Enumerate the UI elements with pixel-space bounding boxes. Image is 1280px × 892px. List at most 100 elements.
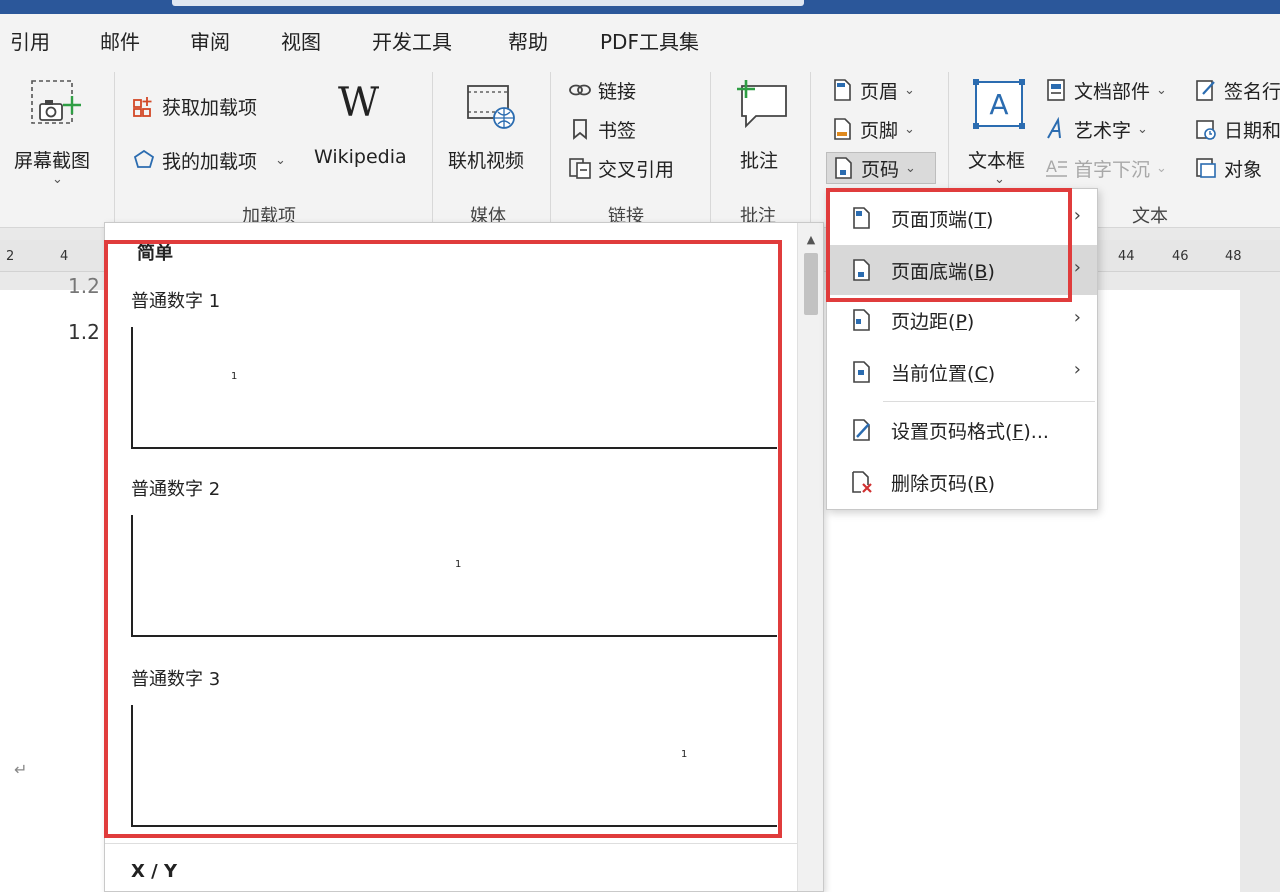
top-of-page-icon: [853, 207, 870, 229]
menu-item-current-position[interactable]: 当前位置(C) ›: [827, 347, 1097, 397]
page-number-preview: 1: [681, 749, 688, 760]
footer-button[interactable]: 页脚 ⌄: [830, 113, 915, 145]
group-separator: [550, 72, 551, 222]
online-video-icon: [467, 85, 515, 129]
ruler-tick: 46: [1172, 249, 1189, 264]
format-page-numbers-icon: [853, 419, 870, 441]
group-separator: [432, 72, 433, 222]
get-addins-button[interactable]: 获取加载项: [132, 90, 257, 122]
gallery-section-heading: 简单: [137, 243, 173, 264]
my-addins-button[interactable]: 我的加载项 ⌄: [132, 144, 286, 176]
document-text-line: 1.2: [68, 274, 100, 298]
cross-reference-label: 交叉引用: [598, 158, 675, 181]
screenshot-button[interactable]: 屏幕截图 ⌄: [8, 76, 104, 187]
bookmark-button[interactable]: 书签: [568, 113, 636, 145]
svg-text:A: A: [1046, 157, 1057, 176]
object-icon: [1194, 156, 1218, 180]
gallery-item-label: 普通数字 3: [131, 669, 221, 690]
page-number-menu: 页面顶端(T) › 页面底端(B) › 页边距(P) › 当前位置(C) › 设…: [826, 188, 1098, 510]
tab-view[interactable]: 视图: [281, 26, 321, 55]
signature-line-button[interactable]: 签名行: [1194, 74, 1280, 106]
tab-help[interactable]: 帮助: [508, 26, 548, 55]
menu-item-label: 页边距: [891, 311, 949, 333]
chevron-down-icon: ⌄: [1156, 160, 1167, 176]
tab-references[interactable]: 引用: [10, 26, 50, 55]
chevron-right-icon: ›: [1073, 205, 1081, 226]
ruler-tick: 44: [1118, 249, 1135, 264]
quick-parts-button[interactable]: 文档部件 ⌄: [1044, 74, 1167, 106]
header-button[interactable]: 页眉 ⌄: [830, 74, 915, 106]
group-separator: [810, 72, 811, 222]
gallery-item-plain-number-3[interactable]: 1: [131, 705, 777, 827]
page-number-icon: [831, 156, 855, 180]
menu-item-format-page-numbers[interactable]: 设置页码格式(F)...: [827, 405, 1097, 455]
scrollbar-thumb[interactable]: [804, 253, 818, 315]
cross-reference-button[interactable]: 交叉引用: [568, 152, 674, 184]
textbox-label: 文本框: [968, 150, 1026, 172]
page-number-preview: 1: [455, 559, 462, 570]
new-comment-button[interactable]: 批注: [724, 76, 798, 186]
wordart-icon: [1044, 117, 1068, 141]
link-button[interactable]: 链接: [568, 74, 636, 106]
date-time-button[interactable]: 日期和: [1194, 113, 1280, 145]
object-button[interactable]: 对象: [1194, 152, 1262, 184]
wikipedia-button[interactable]: W Wikipedia: [310, 76, 420, 186]
page-number-label: 页码: [861, 158, 900, 181]
page-number-preview: 1: [231, 371, 238, 382]
chevron-down-icon: ⌄: [905, 160, 916, 176]
menu-item-accelerator: B: [974, 261, 988, 283]
bottom-of-page-icon: [853, 259, 870, 281]
search-box[interactable]: [172, 0, 804, 6]
gallery-item-label: 普通数字 1: [131, 291, 221, 312]
tab-developer[interactable]: 开发工具: [372, 26, 452, 55]
store-icon: [132, 94, 156, 118]
gallery-scrollbar[interactable]: ▲: [797, 223, 823, 891]
group-separator: [114, 72, 115, 222]
tab-review[interactable]: 审阅: [190, 26, 230, 55]
header-label: 页眉: [860, 80, 899, 103]
menu-item-accelerator: P: [955, 311, 967, 333]
date-time-label: 日期和: [1224, 119, 1280, 142]
ruler-tick: 2: [6, 249, 15, 264]
tab-mailings[interactable]: 邮件: [100, 26, 140, 55]
drop-cap-button[interactable]: A 首字下沉 ⌄: [1044, 152, 1167, 184]
wikipedia-label: Wikipedia: [314, 146, 407, 168]
gallery-item-label: 普通数字 2: [131, 479, 221, 500]
gallery-section-heading: X / Y: [131, 861, 178, 882]
footer-label: 页脚: [860, 119, 899, 142]
menu-item-label: 页面顶端: [891, 209, 968, 231]
link-label: 链接: [598, 80, 637, 103]
page-number-gallery: 简单 普通数字 1 1 普通数字 2 1 普通数字 3 1 X / Y ▲: [104, 222, 824, 892]
group-separator: [710, 72, 711, 222]
menu-item-page-margins[interactable]: 页边距(P) ›: [827, 295, 1097, 345]
link-icon: [568, 78, 592, 102]
menu-item-top-of-page[interactable]: 页面顶端(T) ›: [827, 193, 1097, 243]
menu-item-bottom-of-page[interactable]: 页面底端(B) ›: [827, 245, 1097, 295]
menu-item-ellipsis: ...: [1030, 421, 1049, 443]
menu-item-label: 删除页码: [891, 473, 968, 495]
get-addins-label: 获取加载项: [162, 96, 258, 119]
cross-reference-icon: [568, 156, 592, 180]
gallery-item-plain-number-2[interactable]: 1: [131, 515, 777, 637]
signature-label: 签名行: [1224, 80, 1280, 103]
chevron-down-icon: ⌄: [52, 172, 63, 187]
drop-cap-label: 首字下沉: [1074, 158, 1151, 181]
header-icon: [830, 78, 854, 102]
ruler-tick: 4: [60, 249, 69, 264]
comment-label: 批注: [740, 150, 779, 172]
ruler-tick: 48: [1225, 249, 1242, 264]
online-video-label: 联机视频: [448, 150, 525, 172]
wordart-button[interactable]: 艺术字 ⌄: [1044, 113, 1148, 145]
textbox-button[interactable]: A 文本框 ⌄: [958, 76, 1040, 187]
menu-item-remove-page-numbers[interactable]: 删除页码(R): [827, 457, 1097, 507]
tab-pdf-tools[interactable]: PDF工具集: [600, 26, 699, 55]
bookmark-label: 书签: [598, 119, 637, 142]
menu-item-accelerator: F: [1012, 421, 1024, 443]
gallery-item-plain-number-1[interactable]: 1: [131, 327, 777, 449]
scroll-up-icon[interactable]: ▲: [803, 233, 819, 246]
page-number-button[interactable]: 页码 ⌄: [826, 152, 936, 184]
page-margins-icon: [853, 309, 870, 331]
comment-icon: [737, 80, 787, 129]
online-video-button[interactable]: 联机视频: [444, 76, 544, 186]
bookmark-icon: [568, 117, 592, 141]
